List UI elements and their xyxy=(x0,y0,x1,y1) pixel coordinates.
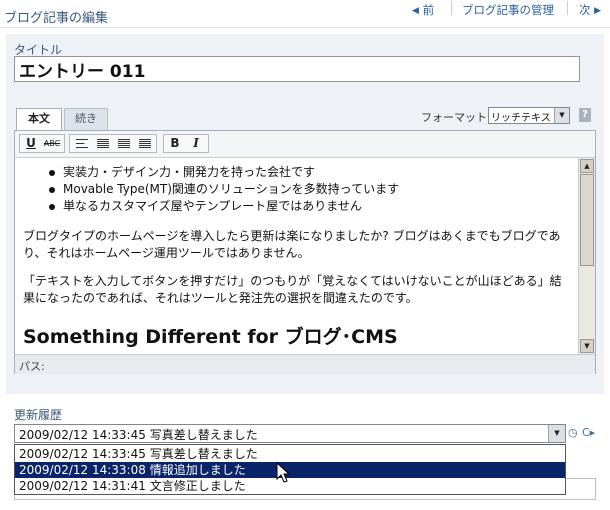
header-divider xyxy=(0,27,610,28)
align-left-button[interactable] xyxy=(72,135,92,152)
chevron-down-icon: ▼ xyxy=(554,108,569,123)
tab-body[interactable]: 本文 xyxy=(16,108,62,131)
next-label: 次 xyxy=(579,3,591,17)
align-center-button[interactable] xyxy=(93,135,113,152)
list-item: 単なるカスタマイズ屋やテンプレート屋ではありません xyxy=(37,198,399,215)
scroll-down-icon[interactable]: ▼ xyxy=(580,339,594,353)
rich-text-editor: U ABC B I 実装力・デザイン力・開発力を持った会社です Movable … xyxy=(14,130,596,374)
format-label: フォーマット: xyxy=(421,111,491,124)
format-select[interactable]: リッチテキスト ▼ xyxy=(488,107,570,124)
bold-button[interactable]: B xyxy=(165,135,185,152)
history-label: 更新履歴 xyxy=(14,408,63,422)
align-left-icon xyxy=(76,139,88,148)
chevron-down-icon: ▼ xyxy=(548,425,565,442)
history-selected-value: 2009/02/12 14:33:45 写真差し替えました xyxy=(19,428,258,442)
page-title: ブログ記事の編集 xyxy=(4,11,109,26)
triangle-right-icon: ▶ xyxy=(594,6,602,16)
align-right-icon xyxy=(118,139,130,148)
justify-button[interactable] xyxy=(135,135,155,152)
paragraph: ブログタイプのホームページを導入したら更新は楽になりましたか? ブログはあくまで… xyxy=(23,229,561,260)
next-link[interactable]: 次 ▶ xyxy=(579,2,601,18)
format-value: リッチテキスト xyxy=(491,113,553,124)
list-item: 実装力・デザイン力・開発力を持った会社です xyxy=(37,164,399,181)
help-icon[interactable]: ? xyxy=(579,108,591,122)
revision-history-select[interactable]: 2009/02/12 14:33:45 写真差し替えました ▼ xyxy=(14,424,566,443)
path-bar: パス: xyxy=(15,354,595,374)
divider xyxy=(567,1,568,15)
prev-label: 前 xyxy=(422,3,435,17)
history-option-highlighted[interactable]: 2009/02/12 14:33:08 情報追加しました xyxy=(15,462,565,478)
font-style-group: B I xyxy=(163,134,209,153)
bullet-list: 実装力・デザイン力・開発力を持った会社です Movable Type(MT)関連… xyxy=(37,164,399,215)
mouse-cursor-icon xyxy=(276,462,290,483)
scroll-up-icon[interactable]: ▲ xyxy=(580,159,594,173)
history-option[interactable]: 2009/02/12 14:33:45 写真差し替えました xyxy=(15,446,565,462)
editor-scrollbar[interactable]: ▲ ▼ xyxy=(578,158,595,354)
underline-button[interactable]: U xyxy=(21,135,41,152)
align-right-button[interactable] xyxy=(114,135,134,152)
history-clock-icon[interactable]: ◷ xyxy=(568,426,578,439)
title-input[interactable] xyxy=(14,56,580,82)
list-item: Movable Type(MT)関連のソリューションを多数持っています xyxy=(37,181,399,198)
content-heading: Something Different for ブログ･CMS xyxy=(23,326,398,348)
align-center-icon xyxy=(97,139,109,148)
editor-toolbar: U ABC B I xyxy=(15,131,595,158)
italic-button[interactable]: I xyxy=(186,135,206,152)
alignment-group xyxy=(69,134,157,153)
path-label: パス: xyxy=(19,360,45,373)
strikethrough-button[interactable]: ABC xyxy=(42,135,62,152)
tab-extended[interactable]: 続き xyxy=(64,108,108,130)
paragraph: 「テキストを入力してボタンを押すだけ」のつもりが「覚えなくてはいけないことが山ほ… xyxy=(23,274,562,305)
editor-content[interactable]: 実装力・デザイン力・開発力を持った会社です Movable Type(MT)関連… xyxy=(15,158,578,354)
history-revert-icon[interactable]: C▸ xyxy=(582,426,595,439)
manage-entries-link[interactable]: ブログ記事の管理 xyxy=(462,2,554,18)
text-style-group: U ABC xyxy=(19,134,65,153)
divider xyxy=(451,1,452,15)
history-option[interactable]: 2009/02/12 14:31:41 文言修正しました xyxy=(15,478,565,494)
triangle-left-icon: ◀ xyxy=(412,6,419,16)
prev-link[interactable]: ◀ 前 xyxy=(412,2,434,18)
scroll-thumb[interactable] xyxy=(580,174,594,266)
justify-icon xyxy=(139,139,151,148)
revision-history-dropdown: 2009/02/12 14:33:45 写真差し替えました 2009/02/12… xyxy=(14,444,566,495)
header-bar: ブログ記事の編集 ◀ 前 ブログ記事の管理 次 ▶ xyxy=(0,0,610,28)
